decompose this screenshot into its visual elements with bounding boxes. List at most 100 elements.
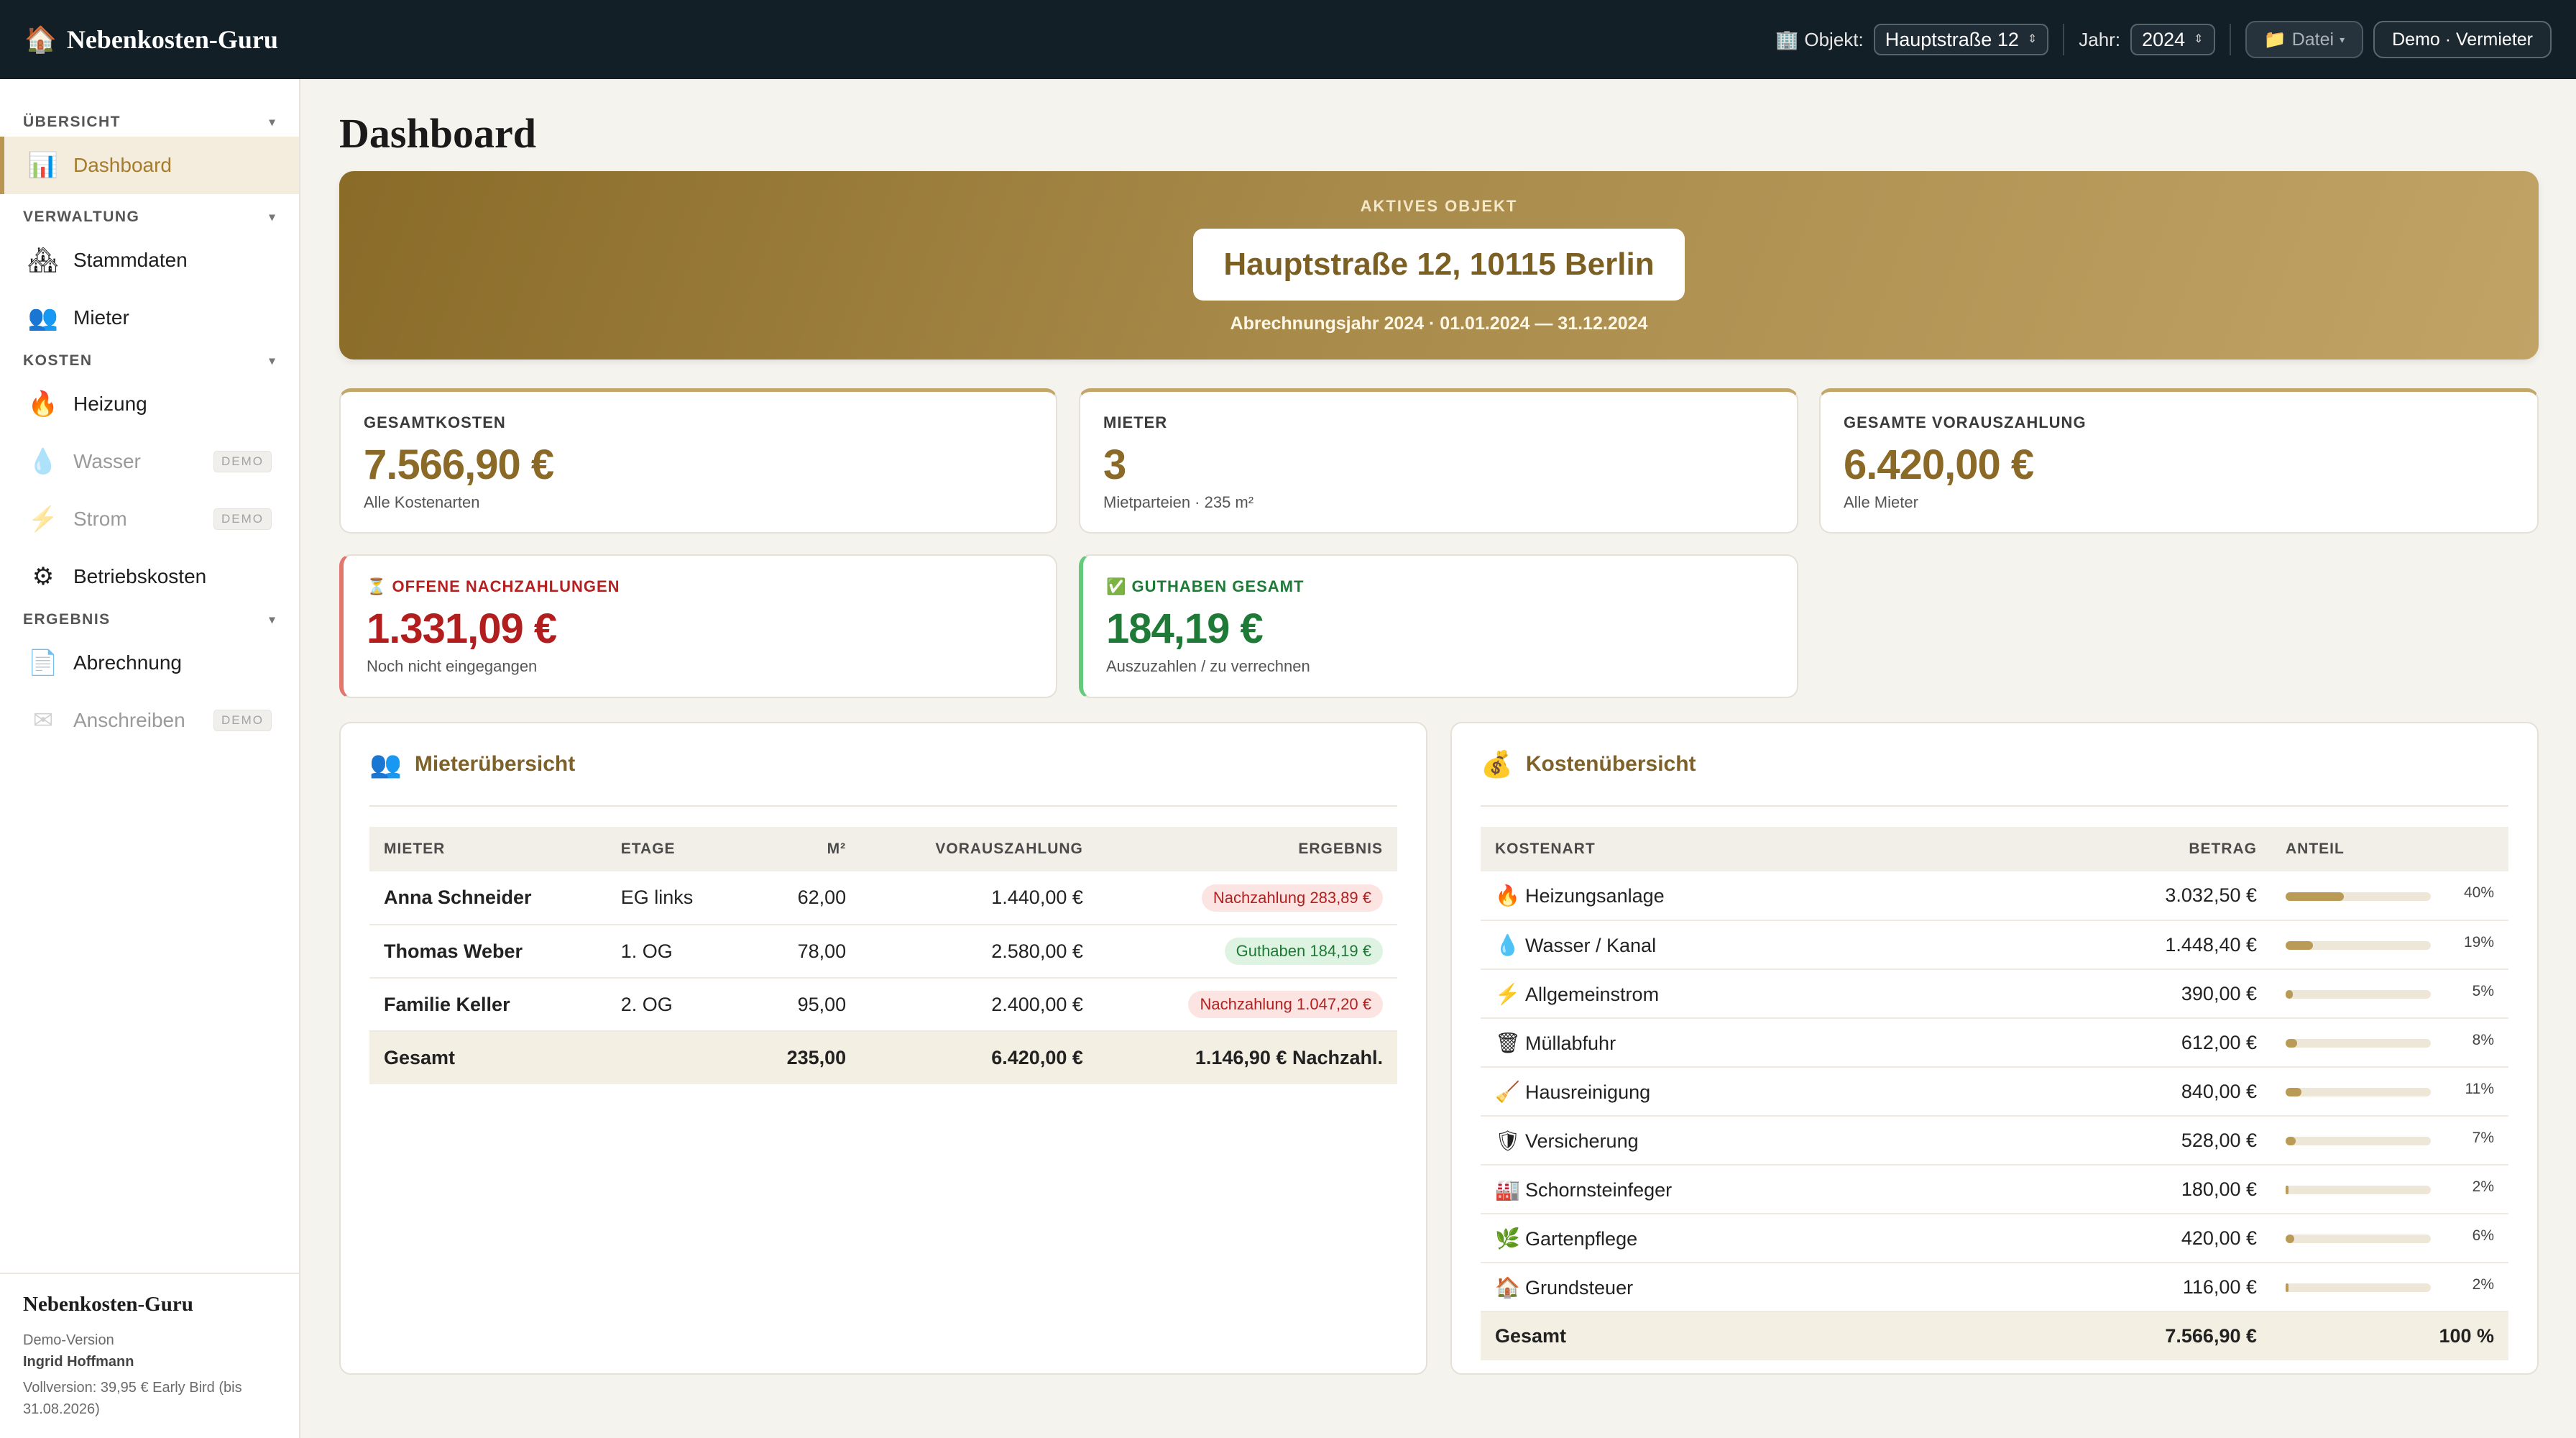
collapse-icon: ▾ <box>269 116 276 129</box>
table-total-row: Gesamt 235,00 6.420,00 € 1.146,90 € Nach… <box>369 1031 1397 1084</box>
sidebar-item-mieter[interactable]: 👥 Mieter <box>0 289 299 347</box>
share-bar-fill <box>2286 941 2314 951</box>
col-vorauszahlung[interactable]: VORAUSZAHLUNG <box>860 827 1098 871</box>
table-row[interactable]: 🛡 Versicherung 528,00 €7% <box>1481 1116 2508 1165</box>
factory-icon: 🏭 <box>1495 1178 1520 1201</box>
col-betrag[interactable]: BETRAG <box>2099 827 2271 871</box>
cell-betrag: 840,00 € <box>2099 1067 2271 1117</box>
section-verwaltung[interactable]: VERWALTUNG ▾ <box>0 203 299 232</box>
cell-anteil: 11% <box>2271 1067 2508 1117</box>
cell-total-label: Gesamt <box>369 1031 607 1084</box>
cell-ergebnis: Nachzahlung 283,89 € <box>1097 871 1397 925</box>
col-anteil[interactable]: ANTEIL <box>2271 827 2508 871</box>
hero-label: AKTIVES OBJEKT <box>1360 197 1518 215</box>
cell-total-ergebnis: 1.146,90 € Nachzahl. <box>1097 1031 1397 1084</box>
users-icon: 👥 <box>27 304 59 331</box>
user-menu-button[interactable]: Demo · Vermieter <box>2373 21 2552 58</box>
cell-anteil: 2% <box>2271 1165 2508 1214</box>
shield-icon: 🛡 <box>1495 1129 1521 1152</box>
sidebar-item-stammdaten[interactable]: 🏘 Stammdaten <box>0 232 299 289</box>
cell-total-anteil: 100 % <box>2271 1311 2508 1360</box>
cell-empty <box>606 1031 742 1084</box>
cell-anteil: 7% <box>2271 1116 2508 1165</box>
cell-vz: 1.440,00 € <box>860 871 1098 925</box>
share-bar <box>2286 1137 2431 1146</box>
col-ergebnis[interactable]: ERGEBNIS <box>1097 827 1397 871</box>
footer-version: Demo-Version <box>23 1332 114 1348</box>
table-row[interactable]: 🔥 Heizungsanlage 3.032,50 €40% <box>1481 871 2508 921</box>
kpi-sub: Mietparteien · 235 m² <box>1103 493 1254 511</box>
fire-icon: 🔥 <box>27 390 59 418</box>
cell-kostenart: 🔥 Heizungsanlage <box>1481 871 2099 921</box>
sidebar-item-abrechnung[interactable]: 📄 Abrechnung <box>0 634 299 692</box>
kpi-sub: Alle Mieter <box>1844 493 1918 511</box>
caret-down-icon: ▾ <box>2340 33 2345 45</box>
objekt-select[interactable]: Hauptstraße 12 ⇕ <box>1873 24 2049 55</box>
share-percent: 5% <box>2472 982 2494 999</box>
lightning-icon: ⚡ <box>27 505 59 533</box>
hourglass-icon: ⏳ <box>367 577 387 595</box>
jahr-select[interactable]: 2024 ⇕ <box>2130 24 2215 55</box>
cell-etage: 2. OG <box>606 978 742 1032</box>
table-row[interactable]: 🗑 Müllabfuhr 612,00 €8% <box>1481 1018 2508 1068</box>
table-row[interactable]: ⚡ Allgemeinstrom 390,00 €5% <box>1481 969 2508 1019</box>
sidebar-item-wasser[interactable]: 💧 Wasser DEMO <box>0 433 299 490</box>
datei-button[interactable]: 📁 Datei ▾ <box>2245 21 2364 58</box>
table-row[interactable]: 💧 Wasser / Kanal 1.448,40 €19% <box>1481 920 2508 970</box>
table-row[interactable]: Thomas Weber 1. OG 78,00 2.580,00 € Guth… <box>369 925 1397 979</box>
sidebar-item-anschreiben[interactable]: ✉ Anschreiben DEMO <box>0 692 299 749</box>
status-badge: Guthaben 184,19 € <box>1224 938 1383 965</box>
footer-user: Ingrid Hoffmann <box>23 1354 134 1370</box>
col-mieter[interactable]: MIETER <box>369 827 607 871</box>
collapse-icon: ▾ <box>269 211 276 224</box>
cell-name: Müllabfuhr <box>1525 1032 1616 1054</box>
top-bar: 🏠 Nebenkosten-Guru 🏢 Objekt: Hauptstraße … <box>0 0 2576 79</box>
sidebar-item-strom[interactable]: ⚡ Strom DEMO <box>0 490 299 548</box>
cell-qm: 78,00 <box>742 925 861 979</box>
table-row[interactable]: 🌿 Gartenpflege 420,00 €6% <box>1481 1214 2508 1263</box>
share-bar-fill <box>2286 990 2294 999</box>
kpi-sub: Noch nicht eingegangen <box>367 657 538 675</box>
document-icon: 📄 <box>27 649 59 677</box>
kpi-label: ✅ GUTHABEN GESAMT <box>1106 577 1305 595</box>
brand[interactable]: 🏠 Nebenkosten-Guru <box>24 24 278 55</box>
cell-name: Versicherung <box>1525 1130 1639 1152</box>
cell-total-vz: 6.420,00 € <box>860 1031 1098 1084</box>
cell-kostenart: 🌿 Gartenpflege <box>1481 1214 2099 1263</box>
table-row[interactable]: Anna Schneider EG links 62,00 1.440,00 €… <box>369 871 1397 925</box>
mieter-table: MIETER ETAGE M² VORAUSZAHLUNG ERGEBNIS A… <box>369 827 1397 1084</box>
collapse-icon: ▾ <box>269 355 276 367</box>
sidebar-item-dashboard[interactable]: 📊 Dashboard <box>0 137 299 194</box>
share-bar <box>2286 1039 2431 1048</box>
cell-betrag: 528,00 € <box>2099 1116 2271 1165</box>
folder-icon: 📁 <box>2263 29 2286 50</box>
house-icon: 🏠 <box>1495 1276 1520 1299</box>
kpi-value: 184,19 € <box>1106 605 1264 652</box>
section-kosten[interactable]: KOSTEN ▾ <box>0 347 299 375</box>
cell-total-label: Gesamt <box>1481 1311 2099 1360</box>
cell-kostenart: 🏠 Grundsteuer <box>1481 1263 2099 1312</box>
share-bar <box>2286 1186 2431 1195</box>
share-bar <box>2286 1283 2431 1293</box>
cell-ergebnis: Nachzahlung 1.047,20 € <box>1097 978 1397 1032</box>
cell-name: Heizungsanlage <box>1525 885 1665 907</box>
col-qm[interactable]: M² <box>742 827 861 871</box>
cell-kostenart: 🏭 Schornsteinfeger <box>1481 1165 2099 1214</box>
table-row[interactable]: Familie Keller 2. OG 95,00 2.400,00 € Na… <box>369 978 1397 1032</box>
section-uebersicht[interactable]: ÜBERSICHT ▾ <box>0 108 299 137</box>
table-row[interactable]: 🏠 Grundsteuer 116,00 €2% <box>1481 1263 2508 1312</box>
col-kostenart[interactable]: KOSTENART <box>1481 827 2099 871</box>
section-ergebnis[interactable]: ERGEBNIS ▾ <box>0 605 299 634</box>
kpi-vorauszahlung: GESAMTE VORAUSZAHLUNG 6.420,00 € Alle Mi… <box>1819 388 2539 533</box>
collapse-icon: ▾ <box>269 614 276 626</box>
table-row[interactable]: 🧹 Hausreinigung 840,00 €11% <box>1481 1067 2508 1117</box>
sidebar-item-heizung[interactable]: 🔥 Heizung <box>0 375 299 433</box>
share-percent: 2% <box>2472 1178 2494 1195</box>
cell-kostenart: 🛡 Versicherung <box>1481 1116 2099 1165</box>
col-etage[interactable]: ETAGE <box>606 827 742 871</box>
share-bar-fill <box>2286 892 2344 901</box>
table-row[interactable]: 🏭 Schornsteinfeger 180,00 €2% <box>1481 1165 2508 1214</box>
sidebar-item-betriebskosten[interactable]: ⚙ Betriebskosten <box>0 548 299 605</box>
kpi-sub: Auszuzahlen / zu verrechnen <box>1106 657 1310 675</box>
kpi-value: 7.566,90 € <box>364 441 554 488</box>
